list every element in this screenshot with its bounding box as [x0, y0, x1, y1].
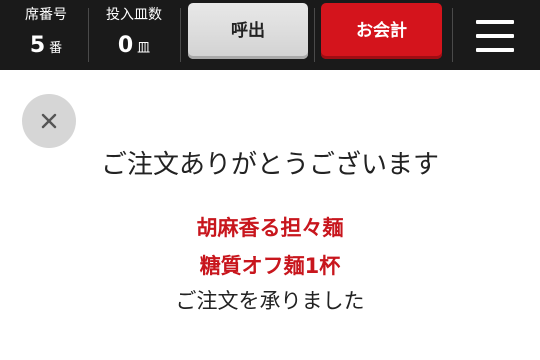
menu-bar	[476, 48, 514, 52]
hamburger-menu-icon[interactable]	[466, 14, 524, 58]
seat-number-value: 5	[29, 33, 46, 58]
seat-number-unit: 番	[49, 41, 63, 56]
plate-count-display: 投入皿数 0皿	[92, 0, 176, 70]
plate-count-value: 0	[117, 33, 134, 58]
plate-count-unit: 皿	[137, 41, 151, 56]
plate-count-label: 投入皿数	[106, 7, 162, 23]
header-divider	[314, 8, 315, 62]
call-staff-button[interactable]: 呼出	[188, 3, 308, 59]
header-divider	[180, 8, 181, 62]
seat-number-value-row: 5番	[8, 34, 84, 61]
menu-bar	[476, 34, 514, 38]
order-thanks-message: ご注文ありがとうございます	[100, 150, 439, 180]
close-button[interactable]	[22, 94, 76, 148]
menu-bar	[476, 20, 514, 24]
seat-number-label: 席番号	[25, 7, 67, 23]
close-icon	[41, 113, 57, 129]
ordered-item-detail: 糖質オフ麺1杯	[199, 254, 341, 278]
header-divider	[88, 8, 89, 62]
plate-count-value-row: 0皿	[92, 34, 176, 61]
header-divider	[452, 8, 453, 62]
seat-number-display: 席番号 5番	[8, 0, 84, 70]
order-received-message: ご注文を承りました	[175, 289, 365, 313]
checkout-button[interactable]: お会計	[321, 3, 442, 59]
ordered-item-name: 胡麻香る担々麺	[196, 216, 344, 240]
top-bar: 席番号 5番 投入皿数 0皿 呼出 お会計	[0, 0, 540, 70]
